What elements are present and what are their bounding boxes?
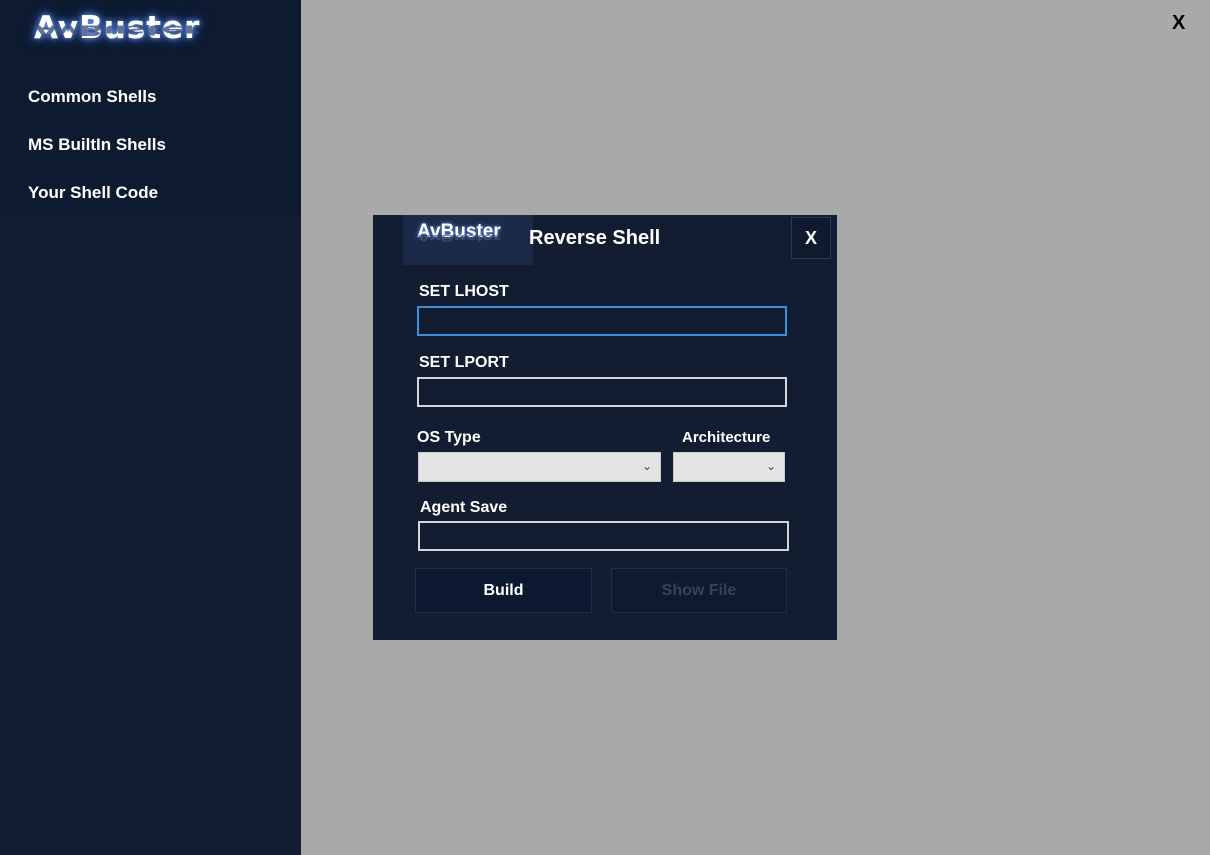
dialog-title: Reverse Shell <box>529 227 661 249</box>
sidebar-header: AvBuster AvBuster Common Shells MS Built… <box>0 0 301 216</box>
architecture-select[interactable]: ⌄ <box>673 452 785 482</box>
reverse-shell-dialog: AvBuster AvBuster Reverse Shell X SET LH… <box>373 215 837 640</box>
os-type-select[interactable]: ⌄ <box>418 452 661 482</box>
show-file-button[interactable]: Show File <box>611 568 787 613</box>
sidebar-item-ms-builtin-shells[interactable]: MS BuiltIn Shells <box>28 135 166 155</box>
architecture-label: Architecture <box>682 429 771 446</box>
dialog-logo: AvBuster AvBuster <box>403 215 533 265</box>
sidebar: AvBuster AvBuster Common Shells MS Built… <box>0 0 301 855</box>
dialog-close-button[interactable]: X <box>791 217 831 259</box>
agent-save-label: Agent Save <box>420 499 508 516</box>
lhost-label: SET LHOST <box>419 283 509 300</box>
lhost-input[interactable] <box>417 306 787 336</box>
chevron-down-icon: ⌄ <box>641 459 652 473</box>
sidebar-item-common-shells[interactable]: Common Shells <box>28 87 156 107</box>
build-button[interactable]: Build <box>415 568 592 613</box>
window-close-button[interactable]: X <box>1172 12 1185 35</box>
lport-input[interactable] <box>417 377 787 407</box>
lport-label: SET LPORT <box>419 354 509 371</box>
os-type-label: OS Type <box>417 429 481 446</box>
app-logo-reflection: AvBuster <box>34 21 201 38</box>
agent-save-input[interactable] <box>418 521 789 551</box>
dialog-logo-reflection: AvBuster <box>417 232 501 244</box>
chevron-down-icon: ⌄ <box>765 459 776 473</box>
sidebar-item-your-shell-code[interactable]: Your Shell Code <box>28 183 158 203</box>
